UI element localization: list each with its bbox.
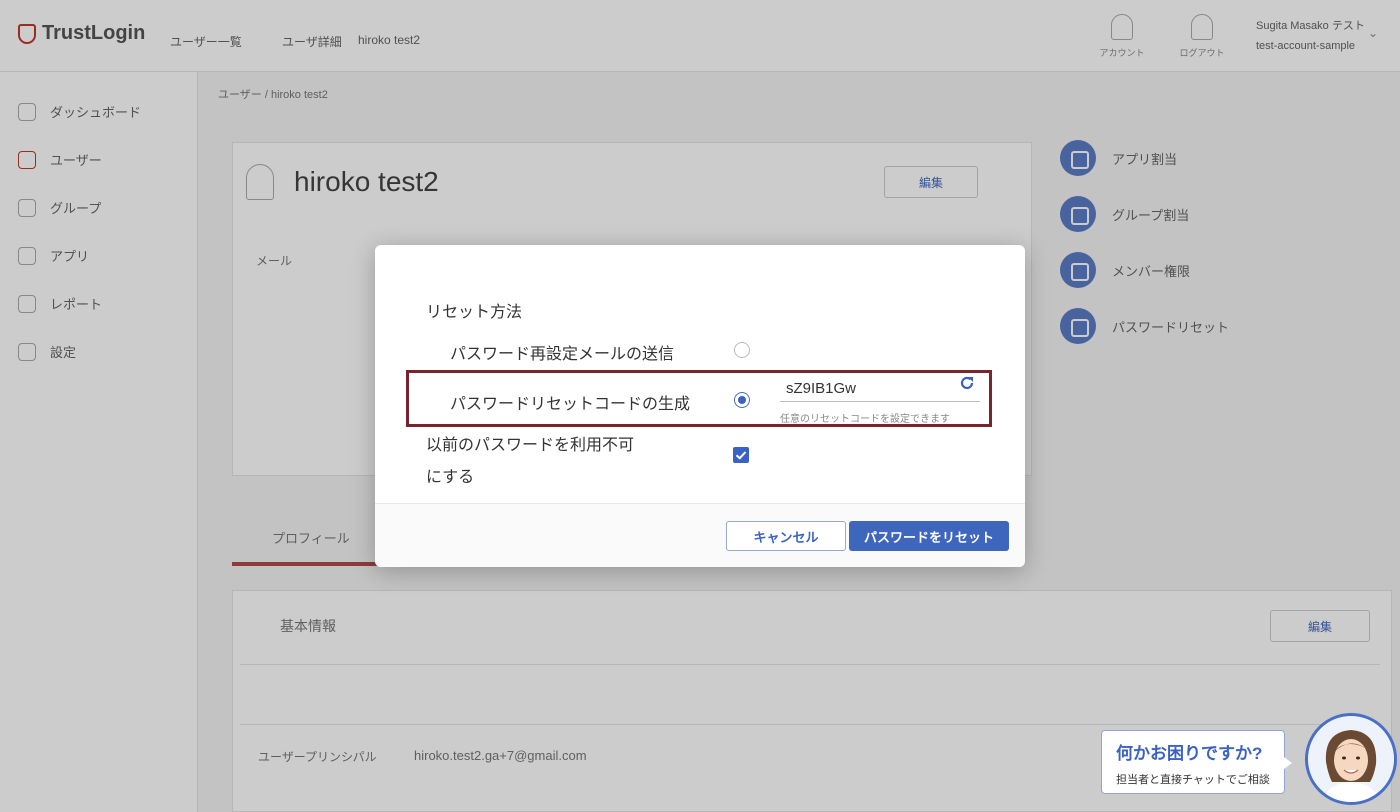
chat-prompt[interactable]: 何かお困りですか? 担当者と直接チャットでご相談 <box>1101 730 1292 794</box>
option-code-label[interactable]: パスワードリセットコードの生成 <box>450 390 690 414</box>
prev-password-label-line2: にする <box>426 469 475 486</box>
password-reset-dialog: リセット方法 パスワード再設定メールの送信 パスワードリセットコードの生成 任意… <box>375 245 1025 567</box>
cancel-button[interactable]: キャンセル <box>726 521 846 551</box>
chat-subtitle: 担当者と直接チャットでご相談 <box>1116 774 1270 786</box>
reset-code-input[interactable] <box>780 376 980 402</box>
dialog-body: リセット方法 パスワード再設定メールの送信 パスワードリセットコードの生成 任意… <box>375 245 1025 503</box>
reset-code-hint: 任意のリセットコードを設定できます <box>780 414 950 425</box>
option-code-radio[interactable] <box>734 392 750 408</box>
option-email-radio[interactable] <box>734 342 750 358</box>
dialog-footer: キャンセル パスワードをリセット <box>375 503 1025 567</box>
reset-method-title: リセット方法 <box>426 304 523 321</box>
prev-password-label: 以前のパスワードを利用不可 にする <box>426 430 634 494</box>
prev-password-checkbox[interactable] <box>733 447 749 463</box>
refresh-icon[interactable] <box>959 375 975 391</box>
prev-password-label-line1: 以前のパスワードを利用不可 <box>426 437 635 454</box>
reset-password-button[interactable]: パスワードをリセット <box>849 521 1009 551</box>
chat-title: 何かお困りですか? <box>1116 744 1263 763</box>
check-icon <box>735 451 747 460</box>
chat-avatar[interactable] <box>1305 713 1397 805</box>
support-agent-avatar-icon <box>1308 716 1394 802</box>
option-email-label[interactable]: パスワード再設定メールの送信 <box>450 340 674 364</box>
